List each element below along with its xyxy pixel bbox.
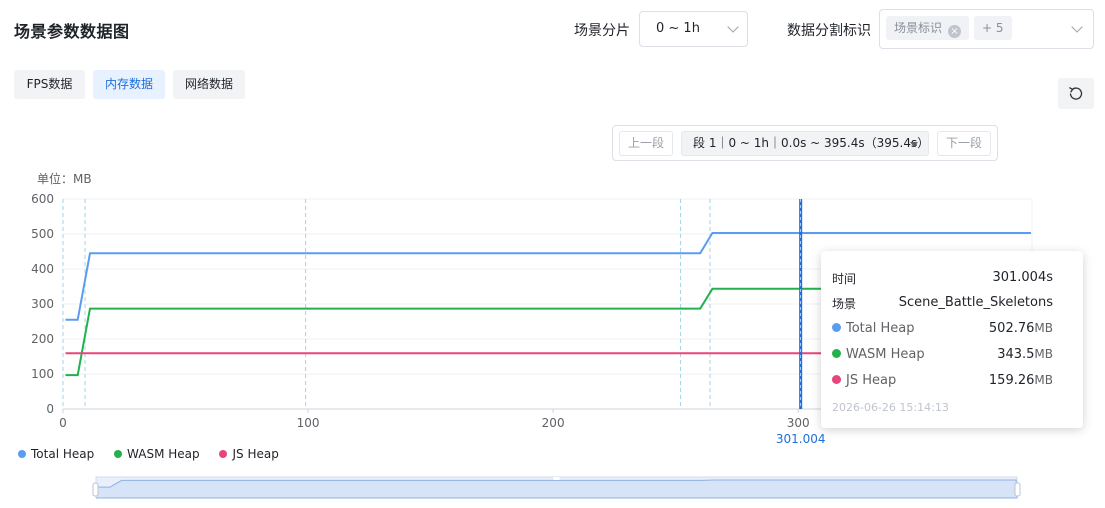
tooltip-series-name: WASM Heap bbox=[846, 347, 925, 362]
y-tick-label: 500 bbox=[31, 227, 54, 241]
y-tick-label: 100 bbox=[31, 367, 54, 381]
tooltip-series-value: 159.26 bbox=[988, 373, 1035, 388]
chart-tooltip: 时间 301.004s 场景 Scene_Battle_Skeletons To… bbox=[821, 251, 1083, 428]
tooltip-timestamp: 2026-06-26 15:14:13 bbox=[832, 401, 949, 414]
y-tick-label: 400 bbox=[31, 262, 54, 276]
tooltip-series-name: Total Heap bbox=[846, 321, 915, 336]
tooltip-time-value: 301.004s bbox=[992, 270, 1053, 285]
overview-area bbox=[96, 479, 1018, 499]
tooltip-scene-value: Scene_Battle_Skeletons bbox=[898, 295, 1053, 310]
tooltip-series-unit: MB bbox=[1034, 321, 1053, 335]
legend-item-js-heap[interactable]: JS Heap bbox=[219, 447, 279, 461]
overview-handle-right bbox=[1014, 482, 1021, 497]
tooltip-series-value: 502.76 bbox=[988, 321, 1035, 336]
tooltip-time-label: 时间 bbox=[832, 272, 857, 286]
legend-item-wasm-heap[interactable]: WASM Heap bbox=[114, 447, 200, 461]
series-dot bbox=[832, 349, 841, 358]
y-tick-label: 300 bbox=[31, 297, 54, 311]
tooltip-series-name: JS Heap bbox=[846, 373, 897, 388]
tooltip-series-value: 343.5 bbox=[997, 347, 1035, 362]
chart-legend: Total Heap WASM Heap JS Heap bbox=[18, 447, 295, 461]
legend-item-total-heap[interactable]: Total Heap bbox=[18, 447, 94, 461]
tooltip-series-unit: MB bbox=[1034, 373, 1053, 387]
overview-grip bbox=[553, 477, 560, 480]
tooltip-series-unit: MB bbox=[1034, 347, 1053, 361]
legend-label: WASM Heap bbox=[127, 447, 200, 461]
y-tick-label: 0 bbox=[46, 402, 54, 416]
y-tick-label: 200 bbox=[31, 332, 54, 346]
x-tick-label: 300 bbox=[787, 416, 810, 430]
legend-label: Total Heap bbox=[31, 447, 95, 461]
series-dot bbox=[832, 323, 841, 332]
cursor-label: 301.004 bbox=[776, 432, 826, 446]
series-dot bbox=[832, 375, 841, 384]
x-tick-label: 0 bbox=[59, 416, 67, 430]
y-tick-label: 600 bbox=[31, 192, 54, 206]
legend-dot bbox=[18, 450, 26, 458]
legend-label: JS Heap bbox=[232, 447, 279, 461]
x-tick-label: 200 bbox=[542, 416, 565, 430]
legend-dot bbox=[219, 450, 228, 458]
legend-dot bbox=[114, 450, 123, 458]
tooltip-scene-label: 场景 bbox=[832, 297, 857, 311]
x-tick-label: 100 bbox=[297, 416, 320, 430]
overview-handle-left bbox=[92, 482, 99, 497]
